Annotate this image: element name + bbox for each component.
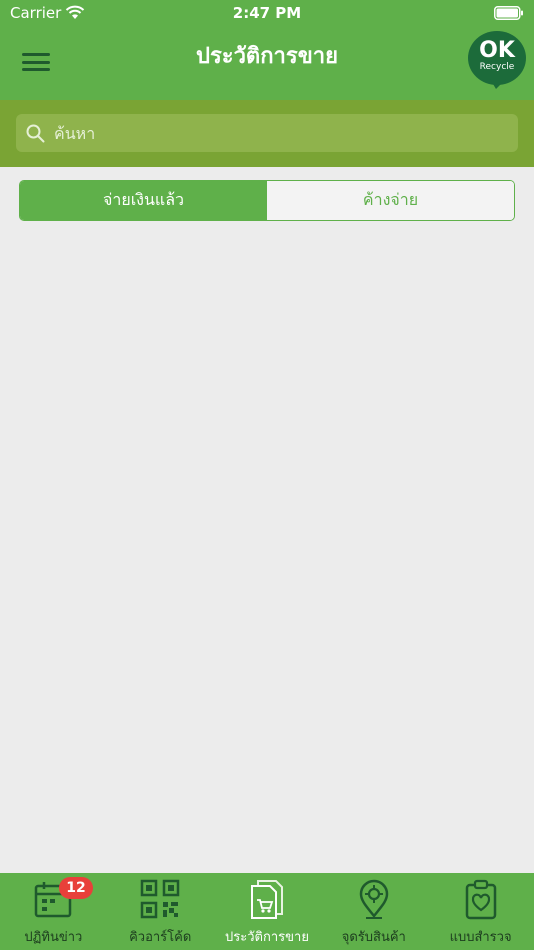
segment-pending[interactable]: ค้างจ่าย (267, 181, 514, 220)
tab-label: ปฏิทินข่าว (24, 930, 83, 945)
ok-recycle-logo: OK Recycle (468, 31, 526, 89)
logo-tail (490, 79, 506, 89)
status-bar: Carrier 2:47 PM (0, 0, 534, 28)
status-time: 2:47 PM (232, 4, 302, 22)
tab-label: แบบสำรวจ (449, 930, 512, 945)
search-field[interactable] (16, 114, 518, 152)
logo-main-text: OK (479, 38, 515, 63)
tab-label: คิวอาร์โค้ด (129, 930, 192, 945)
battery-icon (494, 6, 523, 20)
tab-bar: ปฏิทินข่าว 12 คิวอาร์โค้ด ประวัติการขาย (0, 873, 534, 950)
tab-sales-history[interactable]: ประวัติการขาย (214, 873, 321, 950)
header: Carrier 2:47 PM ประวัติการขาย OK Recycle (0, 0, 534, 100)
search-bar (0, 100, 534, 167)
tab-label: ประวัติการขาย (225, 930, 309, 945)
tab-news-calendar[interactable]: ปฏิทินข่าว 12 (0, 873, 107, 950)
logo-badge: OK Recycle (468, 31, 526, 85)
tab-survey[interactable]: แบบสำรวจ (427, 873, 534, 950)
logo-sub-text: Recycle (479, 62, 515, 72)
payment-status-segmented-control: จ่ายเงินแล้ว ค้างจ่าย (19, 180, 515, 221)
search-input[interactable] (54, 114, 504, 152)
sales-history-list (0, 230, 534, 870)
location-pin-icon (359, 879, 389, 919)
tab-label: จุดรับสินค้า (341, 930, 406, 945)
clipboard-heart-icon (465, 879, 496, 920)
segment-paid[interactable]: จ่ายเงินแล้ว (20, 181, 267, 220)
notification-badge: 12 (59, 877, 93, 899)
sales-history-icon (250, 880, 283, 919)
page-title: ประวัติการขาย (195, 44, 338, 69)
tab-pickup-points[interactable]: จุดรับสินค้า (320, 873, 427, 950)
qr-code-icon (140, 879, 180, 919)
search-icon (26, 124, 45, 143)
tab-qr-code[interactable]: คิวอาร์โค้ด (107, 873, 214, 950)
